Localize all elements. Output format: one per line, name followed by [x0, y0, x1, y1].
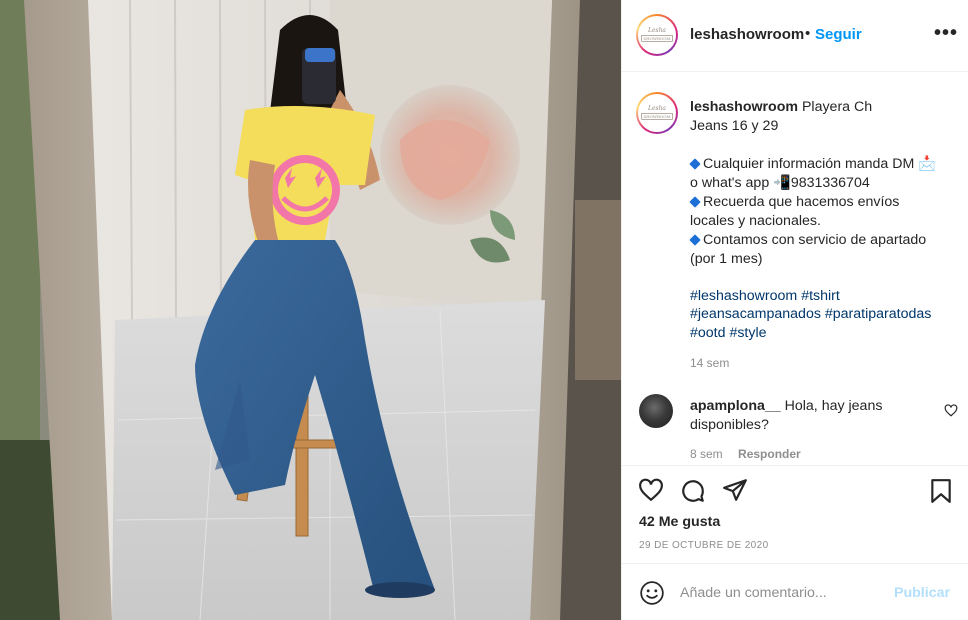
post-actions: 42 Me gusta 29 DE OCTUBRE DE 2020: [622, 465, 968, 565]
hashtags-line-1[interactable]: #leshashowroom #tshirt: [690, 287, 962, 306]
bookmark-icon[interactable]: [930, 478, 952, 504]
comment-line-1: apamplona__ Hola, hay jeans: [690, 397, 962, 416]
hashtags-line-3[interactable]: #ootd #style: [690, 324, 962, 343]
comment-line-2: disponibles?: [690, 417, 769, 433]
separator-dot: •: [805, 25, 811, 42]
like-comment-heart-icon[interactable]: [944, 404, 958, 417]
caption-line-2: Jeans 16 y 29: [690, 118, 779, 134]
post-side-panel: Lesha SHOWROOM leshashowroom • Seguir ••…: [621, 0, 968, 620]
post-photo[interactable]: [0, 0, 621, 620]
caption-info-3: Recuerda que hacemos envíos: [689, 193, 962, 212]
blue-diamond-icon: [689, 234, 701, 246]
likes-count[interactable]: 42 Me gusta: [639, 514, 720, 530]
caption-avatar[interactable]: Lesha SHOWROOM: [636, 92, 678, 134]
comment-input[interactable]: [680, 582, 880, 604]
comment-bar: Publicar: [622, 563, 968, 620]
hashtags-line-2[interactable]: #jeansacampanados #paratiparatodas: [690, 305, 962, 324]
reply-button[interactable]: Responder: [738, 447, 801, 461]
emoji-icon[interactable]: [639, 580, 665, 606]
post-date: 29 DE OCTUBRE DE 2020: [639, 540, 769, 551]
caption-info-2: o what's app 📲9831336704: [690, 175, 870, 191]
caption-timestamp[interactable]: 14 sem: [690, 356, 729, 370]
caption-info-4: locales y nacionales.: [690, 213, 821, 229]
avatar[interactable]: Lesha SHOWROOM: [636, 14, 678, 56]
comment-meta: 8 sem Responder: [690, 447, 801, 461]
brand-logo: Lesha SHOWROOM: [641, 27, 673, 42]
follow-button[interactable]: Seguir: [815, 26, 862, 43]
comment-timestamp[interactable]: 8 sem: [690, 447, 723, 461]
caption-text: Playera Ch: [798, 99, 873, 115]
post-header: Lesha SHOWROOM leshashowroom • Seguir ••…: [622, 0, 968, 72]
caption-info-1: Cualquier información manda DM 📩: [689, 155, 962, 174]
commenter-avatar[interactable]: [639, 394, 673, 428]
header-username[interactable]: leshashowroom: [690, 26, 804, 43]
commenter-username[interactable]: apamplona__: [690, 398, 781, 414]
share-icon[interactable]: [722, 478, 748, 502]
blue-diamond-icon: [689, 196, 701, 208]
mirror-selfie-image: [0, 0, 621, 620]
more-options-icon[interactable]: •••: [934, 22, 958, 45]
caption-username[interactable]: leshashowroom: [690, 99, 798, 115]
blue-diamond-icon: [689, 158, 701, 170]
heart-icon[interactable]: [638, 478, 664, 502]
publish-button[interactable]: Publicar: [894, 585, 950, 601]
comment-text: Hola, hay jeans: [780, 398, 883, 414]
comment-icon[interactable]: [680, 478, 706, 504]
caption-info-5: Contamos con servicio de apartado: [689, 231, 962, 250]
caption-info-6: (por 1 mes): [690, 251, 763, 267]
brand-logo: Lesha SHOWROOM: [641, 105, 673, 120]
caption-line-1: leshashowroom Playera Ch: [690, 98, 962, 117]
